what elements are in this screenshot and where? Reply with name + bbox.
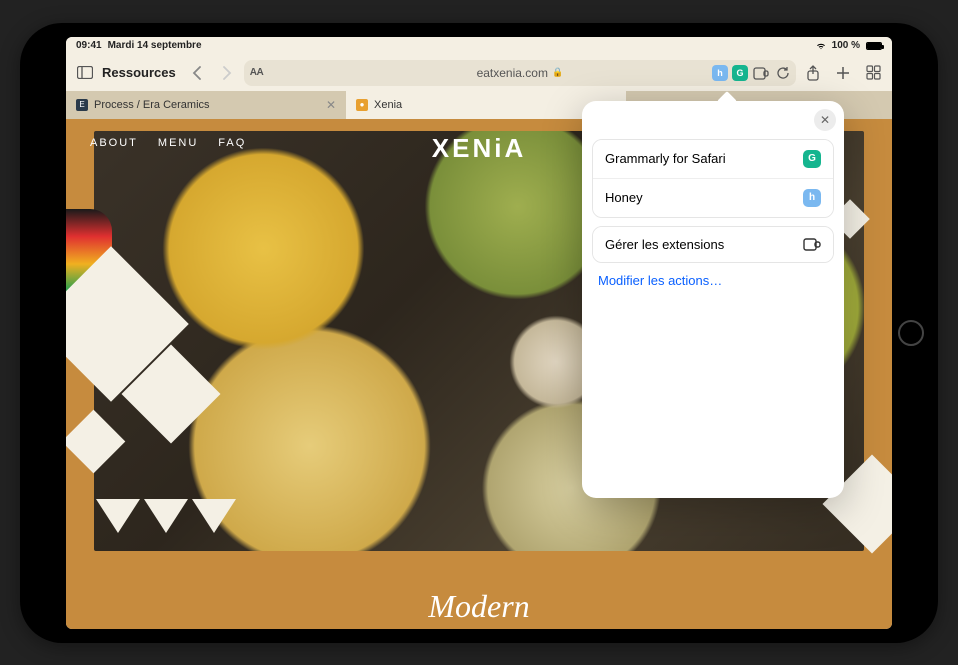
extensions-popover: ✕ Grammarly for Safari G Honey h Gérer l… xyxy=(582,101,844,498)
new-tab-icon[interactable] xyxy=(830,60,856,86)
page-headline: Modern xyxy=(428,588,529,625)
battery-icon xyxy=(866,42,882,50)
browser-toolbar: Ressources AA eatxenia.com 🔒 h G xyxy=(66,55,892,91)
sidebar-icon[interactable] xyxy=(72,60,98,86)
url-text: eatxenia.com xyxy=(477,66,548,80)
url-bar[interactable]: AA eatxenia.com 🔒 h G xyxy=(244,60,796,86)
status-bar: 09:41 Mardi 14 septembre 100 % xyxy=(66,37,892,55)
grammarly-badge-icon: G xyxy=(803,150,821,168)
decorative-shape xyxy=(192,499,236,533)
extension-label: Honey xyxy=(605,190,643,205)
extension-label: Grammarly for Safari xyxy=(605,151,726,166)
tab-label: Xenia xyxy=(374,99,402,111)
status-date: Mardi 14 septembre xyxy=(108,40,202,51)
screen: 09:41 Mardi 14 septembre 100 % Ressource… xyxy=(66,37,892,629)
nav-about[interactable]: ABOUT xyxy=(90,137,138,149)
edit-actions-link[interactable]: Modifier les actions… xyxy=(582,263,844,298)
extension-row-grammarly[interactable]: Grammarly for Safari G xyxy=(593,140,833,178)
extensions-puzzle-icon xyxy=(803,237,821,251)
reader-mode-button[interactable]: AA xyxy=(250,67,263,78)
grammarly-extension-icon[interactable]: G xyxy=(732,65,748,81)
extension-row-honey[interactable]: Honey h xyxy=(593,178,833,217)
decorative-shape xyxy=(144,499,188,533)
reload-icon[interactable] xyxy=(774,64,792,82)
share-icon[interactable] xyxy=(800,60,826,86)
battery-text: 100 % xyxy=(832,40,860,51)
status-time: 09:41 xyxy=(76,40,102,51)
manage-extensions-row[interactable]: Gérer les extensions xyxy=(593,227,833,262)
nav-menu[interactable]: MENU xyxy=(158,137,198,149)
wifi-icon xyxy=(816,42,826,50)
tab-overview-icon[interactable] xyxy=(860,60,886,86)
tab-favicon: E xyxy=(76,99,88,111)
nav-faq[interactable]: FAQ xyxy=(218,137,246,149)
popover-close-button[interactable]: ✕ xyxy=(814,109,836,131)
tab-close-icon[interactable]: ✕ xyxy=(326,98,336,112)
site-logo[interactable]: XENiA xyxy=(432,133,526,164)
manage-extensions-label: Gérer les extensions xyxy=(605,237,724,252)
tab-favicon: ● xyxy=(356,99,368,111)
tab-label: Process / Era Ceramics xyxy=(94,99,210,111)
site-nav: ABOUT MENU FAQ xyxy=(66,119,270,167)
sidebar-label[interactable]: Ressources xyxy=(102,65,176,80)
tab-inactive[interactable]: E Process / Era Ceramics ✕ xyxy=(66,91,346,119)
back-button[interactable] xyxy=(184,60,210,86)
forward-button[interactable] xyxy=(214,60,240,86)
lock-icon: 🔒 xyxy=(552,67,563,78)
honey-extension-icon[interactable]: h xyxy=(712,65,728,81)
decorative-shape xyxy=(96,499,140,533)
home-button[interactable] xyxy=(898,320,924,346)
extensions-icon[interactable] xyxy=(752,64,770,82)
honey-badge-icon: h xyxy=(803,189,821,207)
ipad-frame: 09:41 Mardi 14 septembre 100 % Ressource… xyxy=(20,23,938,643)
